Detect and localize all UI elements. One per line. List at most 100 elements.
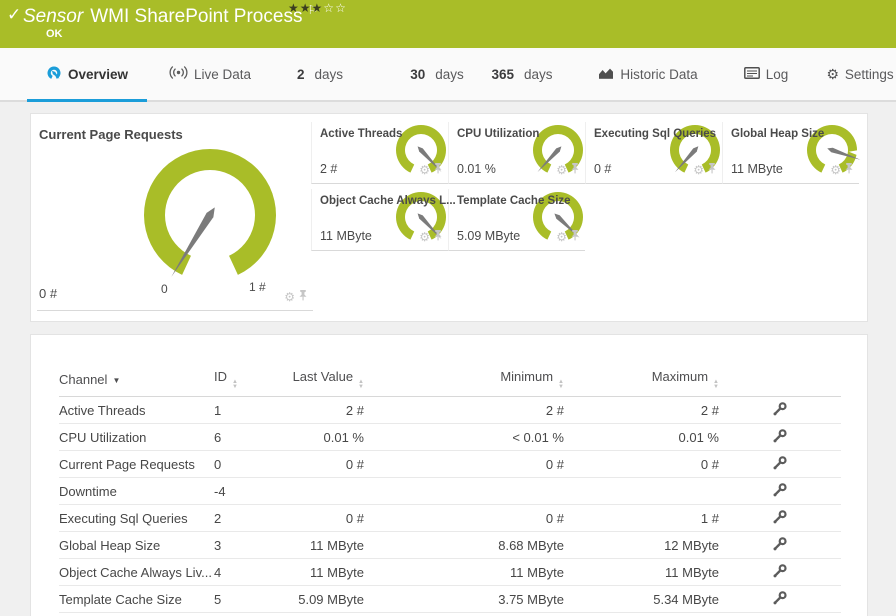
cell-minimum: 2 # xyxy=(364,396,564,424)
table-row: CPU Utilization 6 0.01 % < 0.01 % 0.01 % xyxy=(59,423,841,451)
mini-gauge-title: Global Heap Size xyxy=(731,128,825,140)
sensor-title-line: Sensor WMI SharePoint Process ⚐ xyxy=(23,3,318,28)
cell-channel: Current Page Requests xyxy=(59,450,214,478)
priority-star-rating[interactable]: ★★★☆☆ xyxy=(288,1,347,15)
pin-icon[interactable] xyxy=(570,161,580,179)
page-title: WMI SharePoint Process xyxy=(90,6,303,27)
cell-id: 3 xyxy=(214,531,274,559)
cell-maximum: 0.01 % xyxy=(564,423,719,451)
cell-id: 6 xyxy=(214,423,274,451)
column-header-maximum[interactable]: Maximum ▲ ▼ xyxy=(564,363,719,397)
gear-icon[interactable]: ⚙ xyxy=(693,164,704,176)
main-gauge-scale-min: 0 xyxy=(161,282,168,296)
tab-overview[interactable]: Overview xyxy=(27,48,147,100)
main-gauge-card: Current Page Requests 0 1 # 0 # ⚙ xyxy=(37,122,313,311)
edit-channel-wrench-icon[interactable] xyxy=(772,482,788,501)
mini-gauge-card: Active Threads 2 # ⚙ xyxy=(311,122,448,184)
cell-last-value xyxy=(274,477,364,505)
pin-icon[interactable] xyxy=(433,228,443,246)
column-header-id[interactable]: ID ▲ ▼ xyxy=(214,363,274,397)
tab-log[interactable]: Log xyxy=(735,48,797,100)
mini-gauge-actions: ⚙ xyxy=(556,161,580,179)
cell-minimum: 0 # xyxy=(364,504,564,532)
column-header-last-value[interactable]: Last Value ▲ ▼ xyxy=(274,363,364,397)
tab-live-data[interactable]: Live Data xyxy=(160,48,260,100)
mini-gauge-title: Active Threads xyxy=(320,128,403,140)
sort-icon: ▲ ▼ xyxy=(558,379,564,390)
sensor-header: ✓ Sensor WMI SharePoint Process ⚐ ★★★☆☆ OK xyxy=(0,0,896,48)
star-empty-icon[interactable]: ☆ xyxy=(335,1,347,15)
star-filled-icon[interactable]: ★ xyxy=(300,1,312,15)
mini-gauge-card: CPU Utilization 0.01 % ⚙ xyxy=(448,122,585,184)
edit-channel-wrench-icon[interactable] xyxy=(772,428,788,447)
pin-icon[interactable] xyxy=(844,161,854,179)
edit-channel-wrench-icon[interactable] xyxy=(772,536,788,555)
mini-gauge-card: Global Heap Size 11 MByte ⚙ xyxy=(722,122,861,184)
table-row: Active Threads 1 2 #2 #2 # xyxy=(59,396,841,424)
mini-gauge-value: 0 # xyxy=(594,162,612,176)
main-gauge-scale-max: 1 # xyxy=(249,280,266,294)
tab-historic-data[interactable]: Historic Data xyxy=(586,48,710,100)
sensor-kind-label: Sensor xyxy=(23,6,84,27)
gear-icon[interactable]: ⚙ xyxy=(556,231,567,243)
tab-settings[interactable]: ⚙ Settings xyxy=(824,48,896,100)
gear-icon[interactable]: ⚙ xyxy=(419,164,430,176)
pin-icon[interactable] xyxy=(298,288,308,306)
mini-gauge-title: Object Cache Always L... xyxy=(320,195,456,207)
tab-30-days[interactable]: 30 days xyxy=(398,48,476,100)
cell-channel: Global Heap Size xyxy=(59,531,214,559)
column-header-channel[interactable]: Channel ▼ xyxy=(59,363,214,397)
edit-channel-wrench-icon[interactable] xyxy=(772,563,788,582)
tab-365-days[interactable]: 365 days xyxy=(481,48,563,100)
gear-icon[interactable]: ⚙ xyxy=(284,291,295,303)
cell-id: -4 xyxy=(214,477,274,505)
star-filled-icon[interactable]: ★ xyxy=(288,1,300,15)
gear-icon: ⚙ xyxy=(826,66,839,83)
edit-channel-wrench-icon[interactable] xyxy=(772,455,788,474)
gauges-panel: Current Page Requests 0 1 # 0 # ⚙ Active… xyxy=(30,113,868,322)
mini-gauge-actions: ⚙ xyxy=(830,161,854,179)
star-filled-icon[interactable]: ★ xyxy=(312,1,324,15)
cell-maximum: 11 MByte xyxy=(564,558,719,586)
cell-maximum: 1 # xyxy=(564,504,719,532)
tab-2-days[interactable]: 2 days xyxy=(285,48,355,100)
cell-id: 4 xyxy=(214,558,274,586)
main-gauge-title: Current Page Requests xyxy=(39,127,183,142)
mini-gauge-actions: ⚙ xyxy=(693,161,717,179)
cell-last-value: 2 # xyxy=(274,396,364,424)
column-header-minimum[interactable]: Minimum ▲ ▼ xyxy=(364,363,564,397)
edit-channel-wrench-icon[interactable] xyxy=(772,509,788,528)
gauge-icon xyxy=(46,66,62,83)
main-gauge xyxy=(133,144,299,299)
mini-gauge-actions: ⚙ xyxy=(419,228,443,246)
tab-bar: Overview Live Data 2 days 30 days 365 days Histo… xyxy=(0,48,896,102)
gear-icon[interactable]: ⚙ xyxy=(419,231,430,243)
cell-last-value: 11 MByte xyxy=(274,531,364,559)
prtg-sensor-page: ✓ Sensor WMI SharePoint Process ⚐ ★★★☆☆ OK… xyxy=(0,0,896,616)
cell-minimum xyxy=(364,477,564,505)
pin-icon[interactable] xyxy=(707,161,717,179)
star-empty-icon[interactable]: ☆ xyxy=(323,1,335,15)
cell-channel: Template Cache Size xyxy=(59,585,214,613)
gear-icon[interactable]: ⚙ xyxy=(830,164,841,176)
sort-icon: ▲ ▼ xyxy=(232,379,238,390)
cell-minimum: 3.75 MByte xyxy=(364,585,564,613)
pin-icon[interactable] xyxy=(570,228,580,246)
table-row: Current Page Requests 0 0 #0 #0 # xyxy=(59,450,841,478)
status-check-icon: ✓ xyxy=(7,5,22,25)
log-icon xyxy=(743,66,760,82)
mini-gauge-value: 11 MByte xyxy=(320,229,372,243)
cell-channel: CPU Utilization xyxy=(59,423,214,451)
mini-gauge-value: 0.01 % xyxy=(457,162,496,176)
cell-channel: Object Cache Always Liv... xyxy=(59,558,214,586)
edit-channel-wrench-icon[interactable] xyxy=(772,401,788,420)
edit-channel-wrench-icon[interactable] xyxy=(772,590,788,609)
gear-icon[interactable]: ⚙ xyxy=(556,164,567,176)
pin-icon[interactable] xyxy=(433,161,443,179)
channel-table: Channel ▼ ID ▲ ▼ Last Value ▲ ▼ Minimum ▲ ▼ Maximum… xyxy=(59,363,841,613)
cell-last-value: 5.09 MByte xyxy=(274,585,364,613)
mini-gauge-card: Template Cache Size 5.09 MByte ⚙ xyxy=(448,189,585,251)
broadcast-icon xyxy=(169,66,188,82)
table-row: Global Heap Size 3 11 MByte 8.68 MByte 12 MB… xyxy=(59,531,841,559)
cell-minimum: 8.68 MByte xyxy=(364,531,564,559)
